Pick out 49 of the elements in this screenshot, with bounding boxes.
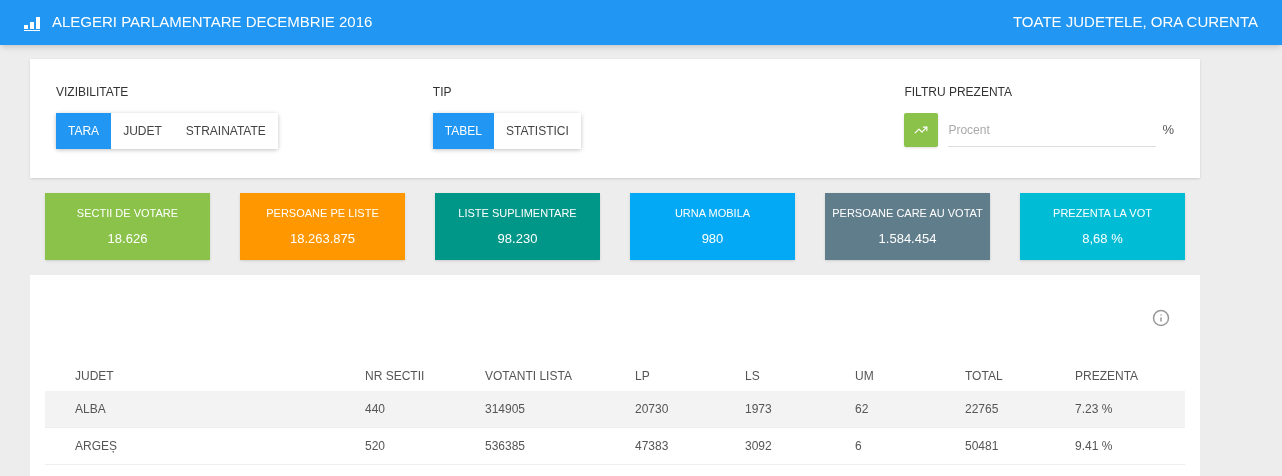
stat-value: 980 [701,230,724,248]
toggle-option[interactable]: STATISTICI [494,113,581,149]
scope-label: TOATE JUDETELE, ORA CURENTA [1012,12,1258,33]
trend-button[interactable] [904,113,939,147]
stat-value: 18.263.875 [289,230,356,248]
stat-value: 18.626 [107,230,148,248]
column-header: LS [745,368,761,385]
table-cell-text: 314905 [485,401,527,418]
stat-value: 8,68 % [1082,230,1123,248]
table-cell-text: 22765 [965,401,1000,418]
info-icon[interactable] [1152,309,1170,327]
app-title: ALEGERI PARLAMENTARE DECEMBRIE 2016 [52,12,373,33]
column-header: VOTANTI LISTA [485,368,573,385]
column-header: TOTAL [965,368,1004,385]
toggle-option[interactable]: STRAINATATE [173,113,278,149]
stat-label: LISTE SUPLIMENTARE [458,205,577,221]
filter-label: VIZIBILITATE [56,84,130,101]
column-header: JUDET [74,368,115,385]
bar-chart-icon [24,14,42,31]
column-header: NR SECTII [365,368,426,385]
percent-unit: % [1162,121,1174,140]
stat-label: URNA MOBILA [674,205,751,221]
table-cell-text: 20730 [635,401,670,418]
table-cell-text: 440 [365,401,387,418]
table-cell-text: 7.23 % [1075,401,1114,418]
table-cell-text: 520 [365,438,387,455]
table-cell-text: 3092 [745,438,773,455]
stat-label: PERSOANE CARE AU VOTAT [832,205,983,221]
toggle-option[interactable]: JUDET [111,113,174,149]
filter-label: FILTRU PREZENTA [904,84,1013,101]
stat-value: 98.230 [497,230,538,248]
stat-value: 1.584.454 [878,230,937,248]
table-cell-text: 1973 [745,401,773,418]
column-header: PREZENTA [1075,368,1140,385]
table-cell-text: 6 [855,438,863,455]
table-cell-text: 50481 [965,438,1000,455]
stat-label: PERSOANE PE LISTE [266,205,379,221]
table-cell-text: 9.41 % [1075,438,1114,455]
table-cell-text: 62 [855,401,870,418]
stat-label: PREZENTA LA VOT [1053,205,1152,221]
stat-label: SECTII DE VOTARE [76,205,179,221]
percent-field[interactable]: Procent [948,113,1157,147]
column-header: LP [635,368,651,385]
table-cell-text: 536385 [485,438,527,455]
table-cell-text: ALBA [74,401,107,418]
table-cell-text: ARGEȘ [74,438,118,455]
column-header: UM [855,368,875,385]
table-cell-text: 47383 [635,438,670,455]
filter-label: TIP [432,84,453,101]
